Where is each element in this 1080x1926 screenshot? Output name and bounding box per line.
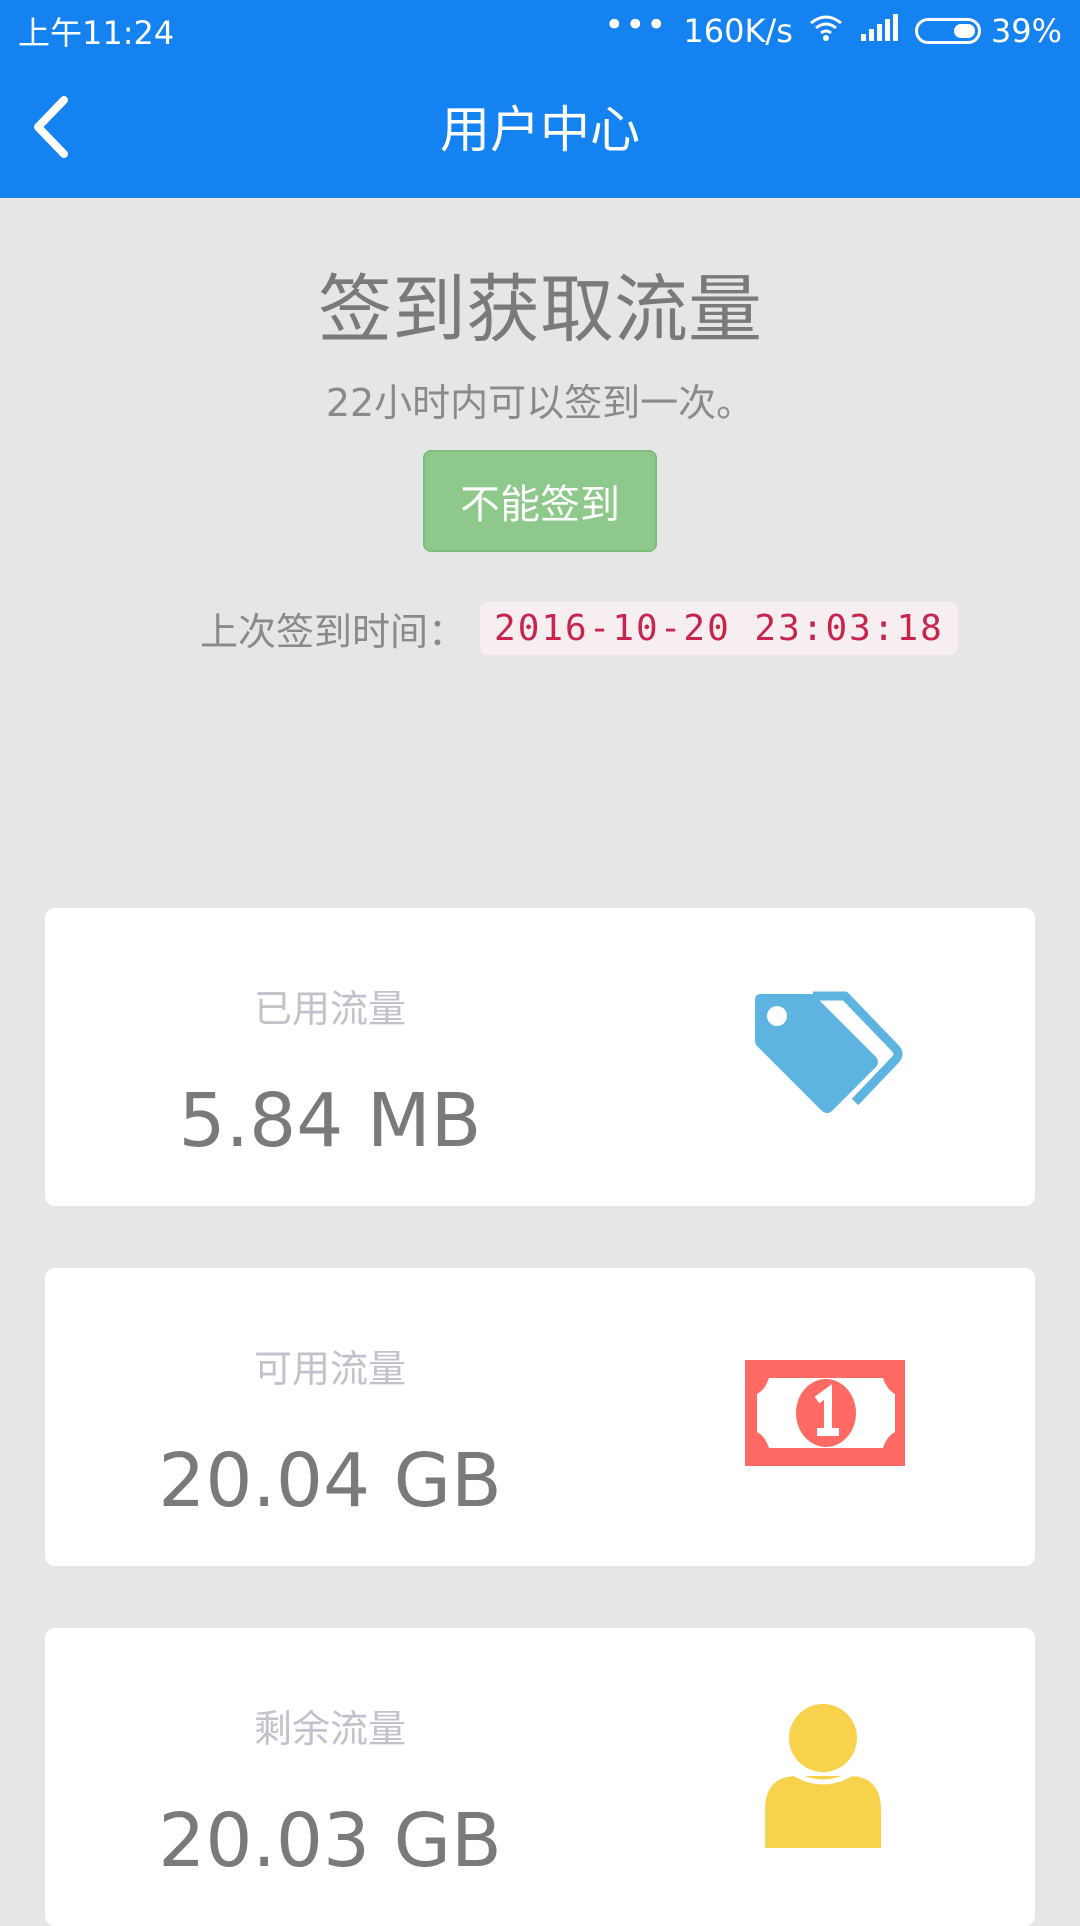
app-bar: 用户中心 bbox=[0, 62, 1080, 198]
status-bar: 上午11:24 ••• 160K/s 39% bbox=[0, 0, 1080, 62]
checkin-button[interactable]: 不能签到 bbox=[423, 450, 657, 552]
card-label: 可用流量 bbox=[253, 1347, 406, 1391]
last-checkin-row: 上次签到时间： 2016-10-20 23:03:18 bbox=[200, 600, 958, 656]
status-time: 上午11:24 bbox=[18, 14, 175, 52]
last-checkin-label: 上次签到时间： bbox=[200, 609, 467, 654]
tags-icon bbox=[735, 978, 905, 1128]
page-title: 用户中心 bbox=[440, 101, 640, 159]
network-speed: 160K/s bbox=[683, 12, 793, 50]
signal-icon bbox=[859, 12, 899, 50]
card-value: 20.04 GB bbox=[158, 1438, 502, 1524]
battery-icon bbox=[914, 18, 981, 44]
user-icon bbox=[735, 1698, 905, 1856]
money-bill-icon bbox=[735, 1338, 907, 1488]
card-label: 剩余流量 bbox=[253, 1707, 406, 1751]
used-traffic-card: 已用流量 5.84 MB bbox=[45, 908, 1035, 1206]
card-value: 20.03 GB bbox=[158, 1798, 502, 1884]
battery-percent: 39% bbox=[990, 12, 1062, 50]
checkin-subtitle: 22小时内可以签到一次。 bbox=[325, 381, 755, 425]
available-traffic-card: 可用流量 20.04 GB bbox=[45, 1268, 1035, 1566]
notification-dots-icon: ••• bbox=[604, 5, 668, 45]
battery: 39% bbox=[914, 12, 1062, 50]
last-checkin-time: 2016-10-20 23:03:18 bbox=[480, 601, 958, 655]
checkin-title: 签到获取流量 bbox=[318, 267, 762, 353]
card-label: 已用流量 bbox=[253, 987, 406, 1031]
remaining-traffic-card: 剩余流量 20.03 GB bbox=[45, 1628, 1035, 1926]
wifi-icon bbox=[809, 12, 843, 50]
card-value: 5.84 MB bbox=[178, 1078, 482, 1164]
